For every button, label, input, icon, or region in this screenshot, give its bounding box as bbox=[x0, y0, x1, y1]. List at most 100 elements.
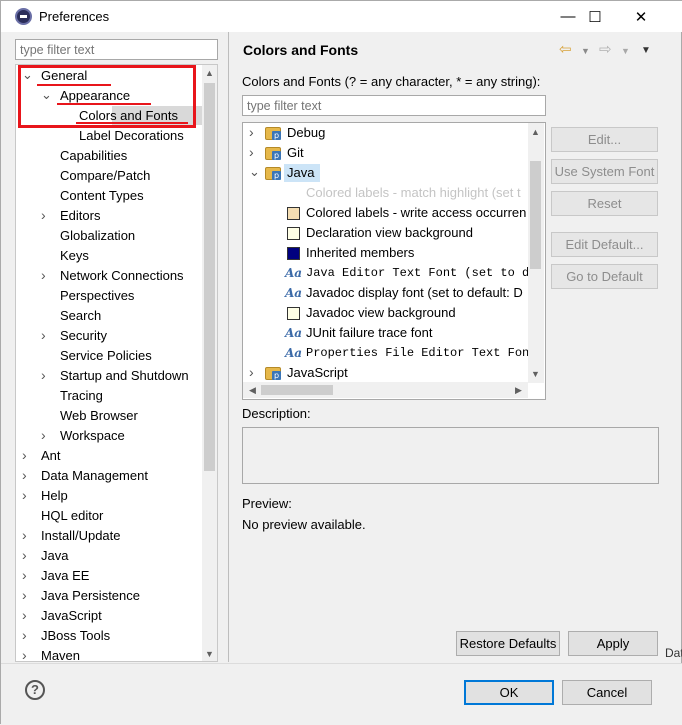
right-vscroll-thumb[interactable] bbox=[530, 161, 541, 269]
tree-item-web-browser[interactable]: Web Browser bbox=[60, 406, 138, 426]
reset-button[interactable]: Reset bbox=[551, 191, 658, 216]
chevron-right-icon[interactable]: › bbox=[22, 568, 32, 582]
use-system-font-button[interactable]: Use System Font bbox=[551, 159, 658, 184]
tree-item-capabilities[interactable]: Capabilities bbox=[60, 146, 127, 166]
chevron-right-icon[interactable]: › bbox=[249, 365, 259, 379]
chevron-right-icon[interactable]: › bbox=[22, 648, 32, 661]
pane-divider[interactable] bbox=[228, 32, 229, 662]
tree-item-java[interactable]: Java bbox=[41, 546, 68, 566]
chevron-right-icon[interactable]: › bbox=[41, 328, 51, 342]
red-highlight-box bbox=[18, 65, 196, 128]
chevron-right-icon[interactable]: › bbox=[22, 448, 32, 462]
tree-item-search[interactable]: Search bbox=[60, 306, 101, 326]
chevron-down-icon[interactable]: ⌄ bbox=[249, 165, 260, 178]
maximize-button[interactable]: ☐ bbox=[572, 1, 618, 32]
tree-item-startup-and-shutdown[interactable]: Startup and Shutdown bbox=[60, 366, 189, 386]
tree-item-data-management[interactable]: Data Management bbox=[41, 466, 148, 486]
forward-dropdown-icon[interactable]: ▼ bbox=[621, 46, 630, 56]
tree-item-service-policies[interactable]: Service Policies bbox=[60, 346, 152, 366]
scroll-left-arrow-icon[interactable]: ◀ bbox=[245, 385, 260, 396]
right-hscroll-thumb[interactable] bbox=[261, 385, 333, 395]
help-icon[interactable]: ? bbox=[25, 680, 45, 700]
tree-item-git[interactable]: Git bbox=[287, 143, 304, 163]
tree-item-java-persistence[interactable]: Java Persistence bbox=[41, 586, 140, 606]
tree-item-junit-failure-trace-font[interactable]: JUnit failure trace font bbox=[306, 323, 432, 343]
red-underline-general bbox=[37, 84, 111, 86]
restore-defaults-button[interactable]: Restore Defaults bbox=[456, 631, 560, 656]
tree-item-label-decorations[interactable]: Label Decorations bbox=[79, 126, 184, 146]
scroll-up-arrow-icon[interactable]: ▲ bbox=[528, 127, 543, 137]
edit-default-button[interactable]: Edit Default... bbox=[551, 232, 658, 257]
tree-item-content-types[interactable]: Content Types bbox=[60, 186, 144, 206]
filter-hint: Colors and Fonts (? = any character, * =… bbox=[242, 74, 541, 89]
tree-item-perspectives[interactable]: Perspectives bbox=[60, 286, 134, 306]
font-icon: Aa bbox=[285, 266, 303, 280]
chevron-right-icon[interactable]: › bbox=[41, 208, 51, 222]
chevron-right-icon[interactable]: › bbox=[249, 125, 259, 139]
chevron-right-icon[interactable]: › bbox=[22, 528, 32, 542]
tree-item-workspace[interactable]: Workspace bbox=[60, 426, 125, 446]
tree-item-javadoc-display-font[interactable]: Javadoc display font (set to default: D bbox=[306, 283, 523, 303]
tree-item-inherited-members[interactable]: Inherited members bbox=[306, 243, 414, 263]
left-scroll-thumb[interactable] bbox=[204, 83, 215, 471]
tree-item-java[interactable]: Java bbox=[287, 163, 314, 183]
scroll-up-arrow-icon[interactable]: ▲ bbox=[202, 68, 217, 78]
chevron-right-icon[interactable]: › bbox=[41, 368, 51, 382]
right-filter-input[interactable] bbox=[242, 95, 546, 116]
go-to-default-button[interactable]: Go to Default bbox=[551, 264, 658, 289]
ok-button[interactable]: OK bbox=[464, 680, 554, 705]
back-dropdown-icon[interactable]: ▼ bbox=[581, 46, 590, 56]
tree-item-java-ee[interactable]: Java EE bbox=[41, 566, 89, 586]
tree-item-security[interactable]: Security bbox=[60, 326, 107, 346]
tree-item-javadoc-view-bg[interactable]: Javadoc view background bbox=[306, 303, 456, 323]
tree-item-debug[interactable]: Debug bbox=[287, 123, 325, 143]
tree-item-tracing[interactable]: Tracing bbox=[60, 386, 103, 406]
cancel-button[interactable]: Cancel bbox=[562, 680, 652, 705]
tree-item-compare-patch[interactable]: Compare/Patch bbox=[60, 166, 150, 186]
description-label: Description: bbox=[242, 406, 311, 421]
tree-item-colored-labels-match[interactable]: Colored labels - match highlight (set t bbox=[306, 183, 521, 203]
tree-item-javascript[interactable]: JavaScript bbox=[41, 606, 102, 626]
tree-item-properties-file-editor-font[interactable]: Properties File Editor Text Font bbox=[306, 343, 536, 363]
chevron-right-icon[interactable]: › bbox=[249, 145, 259, 159]
tree-item-colored-labels-write[interactable]: Colored labels - write access occurren bbox=[306, 203, 526, 223]
tree-item-javascript[interactable]: JavaScript bbox=[287, 363, 348, 383]
chevron-right-icon[interactable]: › bbox=[22, 608, 32, 622]
scroll-down-arrow-icon[interactable]: ▼ bbox=[202, 649, 217, 659]
apply-button[interactable]: Apply bbox=[568, 631, 658, 656]
tree-item-install-update[interactable]: Install/Update bbox=[41, 526, 121, 546]
forward-arrow-icon[interactable]: ⇨ bbox=[599, 40, 612, 58]
tree-item-hql-editor[interactable]: HQL editor bbox=[41, 506, 103, 526]
chevron-right-icon[interactable]: › bbox=[22, 588, 32, 602]
right-tree-vertical-scrollbar[interactable]: ▲ ▼ bbox=[528, 123, 544, 383]
chevron-right-icon[interactable]: › bbox=[22, 488, 32, 502]
close-button[interactable]: ✕ bbox=[618, 1, 664, 32]
chevron-right-icon[interactable]: › bbox=[41, 268, 51, 282]
chevron-right-icon[interactable]: › bbox=[22, 628, 32, 642]
tree-item-declaration-view-bg[interactable]: Declaration view background bbox=[306, 223, 473, 243]
tree-item-editors[interactable]: Editors bbox=[60, 206, 100, 226]
tree-item-network-connections[interactable]: Network Connections bbox=[60, 266, 184, 286]
tree-item-help[interactable]: Help bbox=[41, 486, 68, 506]
edge-truncated-text: Data bbox=[665, 646, 682, 660]
folder-category-icon bbox=[265, 147, 281, 160]
chevron-right-icon[interactable]: › bbox=[22, 468, 32, 482]
back-arrow-icon[interactable]: ⇦ bbox=[559, 40, 572, 58]
tree-item-globalization[interactable]: Globalization bbox=[60, 226, 135, 246]
chevron-right-icon[interactable]: › bbox=[22, 548, 32, 562]
tree-item-maven[interactable]: Maven bbox=[41, 646, 80, 661]
right-tree-horizontal-scrollbar[interactable]: ◀ ▶ bbox=[243, 382, 528, 398]
tree-item-jboss-tools[interactable]: JBoss Tools bbox=[41, 626, 110, 646]
scroll-down-arrow-icon[interactable]: ▼ bbox=[528, 369, 543, 379]
preference-category-tree[interactable]: ⌄ General ⌄ Appearance Colors and Fonts Label… bbox=[15, 64, 218, 662]
tree-item-keys[interactable]: Keys bbox=[60, 246, 89, 266]
colors-fonts-tree[interactable]: › Debug › Git ⌄ JavaColored labels - match hi… bbox=[242, 122, 546, 400]
edit-button[interactable]: Edit... bbox=[551, 127, 658, 152]
left-filter-input[interactable] bbox=[15, 39, 218, 60]
view-menu-icon[interactable]: ▼ bbox=[641, 45, 651, 56]
left-tree-vertical-scrollbar[interactable]: ▲ ▼ bbox=[202, 65, 217, 661]
tree-item-java-editor-text-font[interactable]: Java Editor Text Font (set to de bbox=[306, 263, 536, 283]
tree-item-ant[interactable]: Ant bbox=[41, 446, 61, 466]
scroll-right-arrow-icon[interactable]: ▶ bbox=[511, 385, 526, 396]
chevron-right-icon[interactable]: › bbox=[41, 428, 51, 442]
